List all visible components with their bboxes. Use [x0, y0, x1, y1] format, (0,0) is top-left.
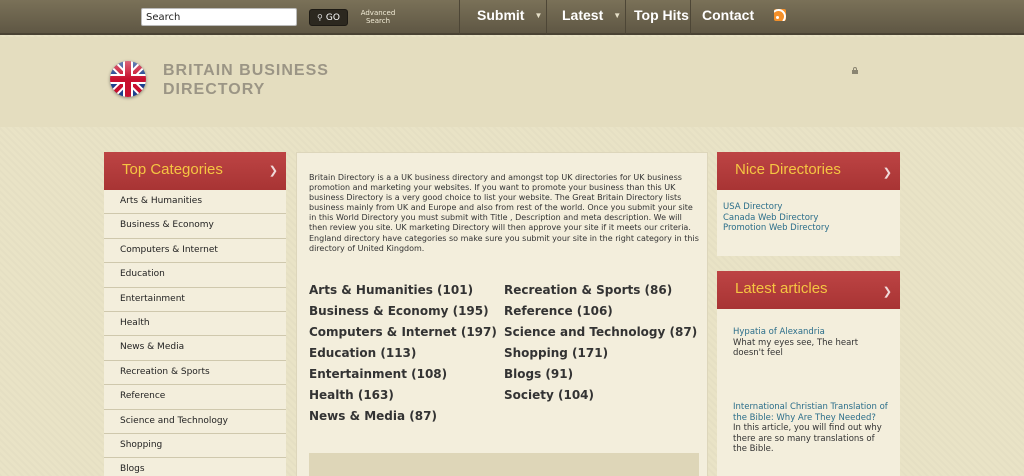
category-item-computers[interactable]: Computers & Internet — [104, 239, 286, 264]
header-band — [0, 37, 1024, 127]
advanced-search-link[interactable]: Advanced Search — [356, 9, 400, 25]
category-grid-right: Recreation & Sports (86) Reference (106)… — [504, 283, 697, 409]
category-link[interactable]: Blogs (91) — [504, 367, 697, 388]
go-button[interactable]: ⚲ GO — [309, 9, 348, 26]
category-item-health[interactable]: Health — [104, 312, 286, 337]
category-item-shopping[interactable]: Shopping — [104, 434, 286, 459]
category-link[interactable]: Health (163) — [309, 388, 497, 409]
nav-latest[interactable]: Latest ▼ — [562, 5, 621, 25]
latest-articles-header: Latest articles ❯ — [717, 271, 900, 309]
main-content: Britain Directory is a a UK business dir… — [296, 152, 708, 476]
article-item: Hypatia of Alexandria What my eyes see, … — [733, 327, 888, 402]
nav-top-hits[interactable]: Top Hits — [634, 5, 689, 25]
nav-separator — [625, 0, 626, 35]
rss-icon[interactable] — [774, 9, 786, 21]
nice-directories-list: USA Directory Canada Web Directory Promo… — [717, 190, 900, 256]
nice-directories-header: Nice Directories ❯ — [717, 152, 900, 190]
site-title-line2: DIRECTORY — [163, 81, 266, 98]
category-item-education[interactable]: Education — [104, 263, 286, 288]
category-link[interactable]: Society (104) — [504, 388, 697, 409]
article-description: What my eyes see, The heart doesn't feel — [733, 337, 859, 359]
nav-contact-label: Contact — [702, 7, 755, 23]
nav-separator — [690, 0, 691, 35]
category-link[interactable]: Recreation & Sports (86) — [504, 283, 697, 304]
content-strip — [309, 453, 699, 476]
category-link[interactable]: Computers & Internet (197) — [309, 325, 497, 346]
category-item-arts[interactable]: Arts & Humanities — [104, 190, 286, 215]
category-link[interactable]: Science and Technology (87) — [504, 325, 697, 346]
chevron-right-icon: ❯ — [882, 167, 892, 179]
chevron-right-icon: ❯ — [268, 165, 278, 177]
category-link[interactable]: Education (113) — [309, 346, 497, 367]
site-title[interactable]: BRITAIN BUSINESS DIRECTORY — [163, 61, 353, 99]
article-description: In this article, you will find out why t… — [733, 423, 882, 454]
top-navigation-bar: ⚲ GO Advanced Search Submit ▼ Latest ▼ T… — [0, 0, 1024, 35]
article-title[interactable]: International Christian Translation of t… — [733, 402, 888, 423]
directory-link-promotion[interactable]: Promotion Web Directory — [723, 223, 900, 234]
latest-articles-list: Hypatia of Alexandria What my eyes see, … — [717, 309, 900, 476]
category-link[interactable]: Business & Economy (195) — [309, 304, 497, 325]
article-item: International Christian Translation of t… — [733, 402, 888, 455]
latest-articles-title: Latest articles — [735, 280, 828, 297]
category-list: Arts & Humanities Business & Economy Com… — [104, 190, 286, 476]
nav-submit[interactable]: Submit ▼ — [477, 5, 542, 25]
category-item-reference[interactable]: Reference — [104, 385, 286, 410]
nav-separator — [459, 0, 460, 35]
intro-text: Britain Directory is a a UK business dir… — [309, 173, 699, 253]
site-title-line1: BRITAIN BUSINESS — [163, 62, 329, 79]
nav-separator — [546, 0, 547, 35]
category-item-entertainment[interactable]: Entertainment — [104, 288, 286, 312]
nav-top-hits-label: Top Hits — [634, 7, 689, 23]
category-link[interactable]: Shopping (171) — [504, 346, 697, 367]
category-item-business[interactable]: Business & Economy — [104, 214, 286, 239]
category-link[interactable]: Entertainment (108) — [309, 367, 497, 388]
category-item-blogs[interactable]: Blogs — [104, 458, 286, 476]
category-link[interactable]: Arts & Humanities (101) — [309, 283, 497, 304]
nav-submit-label: Submit — [477, 7, 525, 23]
category-item-science[interactable]: Science and Technology — [104, 410, 286, 434]
lock-icon — [852, 67, 858, 74]
search-input[interactable] — [141, 8, 297, 26]
caret-down-icon: ▼ — [534, 10, 543, 20]
search-icon: ⚲ — [317, 13, 323, 22]
category-link[interactable]: News & Media (87) — [309, 409, 497, 430]
article-title[interactable]: Hypatia of Alexandria — [733, 327, 888, 338]
nav-latest-label: Latest — [562, 7, 604, 23]
category-item-news[interactable]: News & Media — [104, 336, 286, 361]
nav-contact[interactable]: Contact — [702, 5, 754, 25]
category-link[interactable]: Reference (106) — [504, 304, 697, 325]
directory-link-usa[interactable]: USA Directory — [723, 202, 900, 213]
caret-down-icon: ▼ — [613, 10, 622, 20]
top-categories-title: Top Categories — [122, 161, 223, 178]
category-grid-left: Arts & Humanities (101) Business & Econo… — [309, 283, 497, 430]
union-jack-flag-icon[interactable] — [110, 61, 146, 97]
nice-directories-title: Nice Directories — [735, 161, 841, 178]
top-categories-header: Top Categories ❯ — [104, 152, 286, 190]
go-button-label: GO — [325, 12, 340, 23]
directory-link-canada[interactable]: Canada Web Directory — [723, 213, 900, 224]
chevron-right-icon: ❯ — [882, 286, 892, 298]
category-item-recreation[interactable]: Recreation & Sports — [104, 361, 286, 386]
